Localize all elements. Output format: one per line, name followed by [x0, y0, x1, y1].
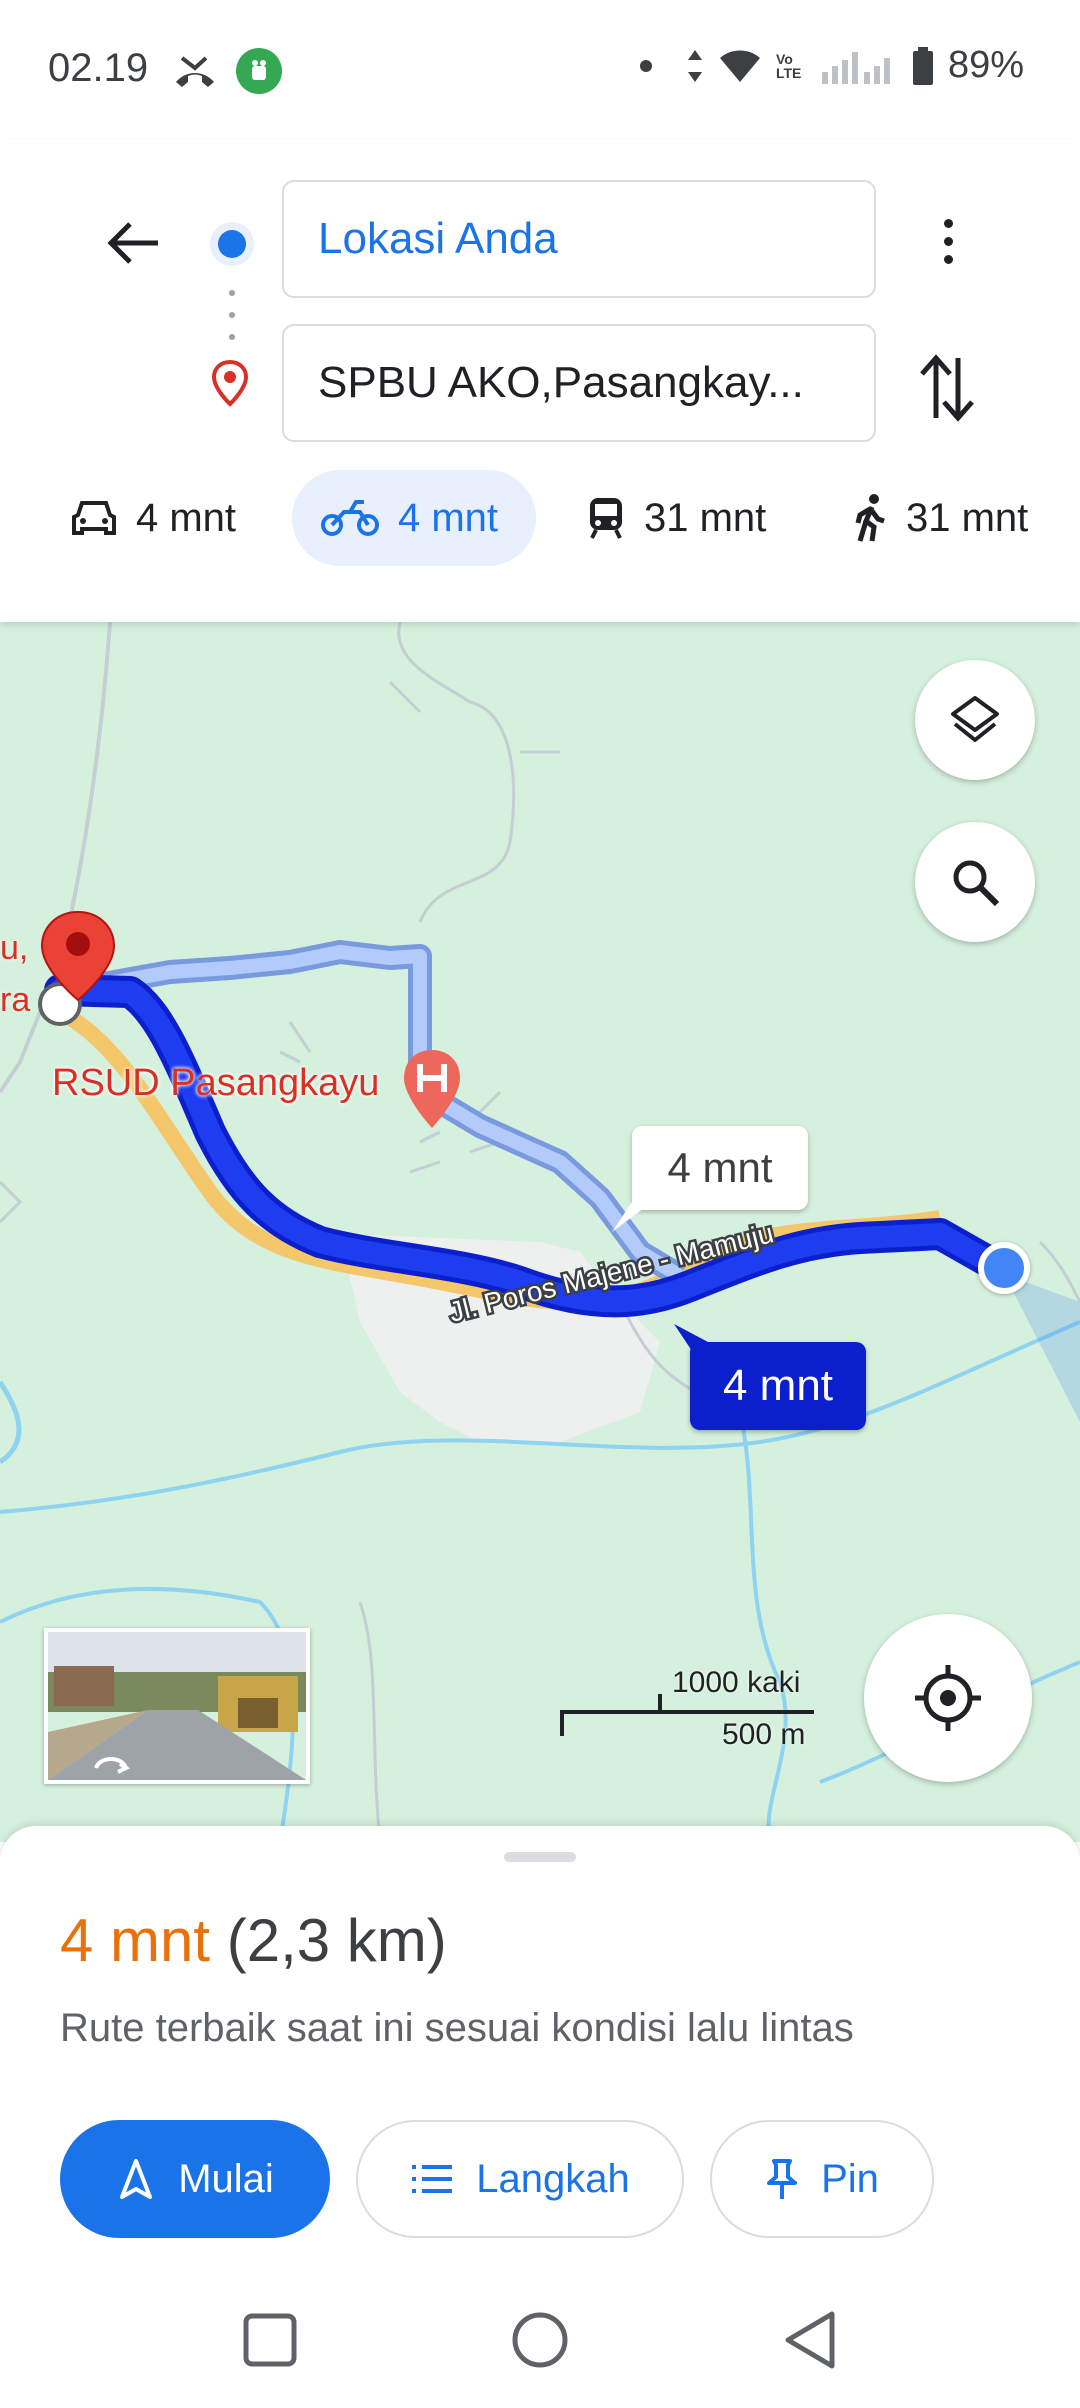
map-scale: 1000 kaki 500 m — [560, 1662, 820, 1772]
origin-dot-icon — [218, 230, 246, 258]
wifi-icon — [719, 50, 760, 82]
steps-button[interactable]: Langkah — [356, 2120, 684, 2238]
mode-walk-label: 31 mnt — [906, 495, 1029, 540]
mode-car[interactable]: 4 mnt — [42, 470, 264, 566]
list-icon — [412, 2165, 453, 2193]
car-icon — [72, 501, 116, 535]
back-button[interactable] — [98, 208, 168, 278]
map-search-button[interactable] — [915, 822, 1035, 942]
missed-call-icon — [176, 56, 214, 87]
mode-motorcycle[interactable]: 4 mnt — [292, 470, 536, 566]
current-location-dot — [978, 1242, 1030, 1294]
route-duration: 4 mnt — [60, 1907, 211, 1974]
travel-mode-tabs: 4 mnt 4 mnt 31 mnt 31 mnt — [0, 470, 1080, 566]
walk-icon — [855, 494, 885, 542]
layers-button[interactable] — [915, 660, 1035, 780]
my-location-button[interactable] — [864, 1614, 1032, 1782]
main-route-time-bubble[interactable]: 4 mnt — [690, 1342, 866, 1430]
mode-transit[interactable]: 31 mnt — [558, 470, 794, 566]
start-label: Mulai — [178, 2156, 274, 2201]
mode-car-label: 4 mnt — [136, 495, 237, 540]
dot-icon — [639, 59, 652, 72]
train-icon — [590, 498, 622, 539]
triangle-back-icon — [785, 2311, 835, 2369]
data-arrows-icon — [687, 49, 702, 82]
map-view[interactable]: Jl. Poros Majene - Mamuju u, ra RSUD Pas… — [0, 622, 1080, 1842]
search-icon — [953, 860, 1000, 907]
street-view-thumbnail[interactable] — [44, 1628, 310, 1784]
circle-icon — [512, 2312, 568, 2368]
pin-icon — [767, 2159, 798, 2199]
start-button[interactable]: Mulai — [60, 2120, 330, 2238]
hospital-icon[interactable] — [400, 1048, 464, 1132]
route-summary: 4 mnt (2,3 km) — [60, 1906, 447, 1975]
scale-meters: 500 m — [722, 1718, 806, 1751]
recents-button[interactable] — [230, 2300, 310, 2380]
status-icons: Vo LTE 89% — [639, 44, 1024, 87]
place-label-line2: ra — [0, 981, 31, 1019]
signal-icon — [821, 51, 890, 84]
place-label-line1: u, — [0, 929, 29, 967]
destination-input[interactable]: SPBU AKO,Pasangkay... — [282, 324, 876, 442]
more-options-button[interactable] — [920, 206, 976, 276]
mode-transit-label: 31 mnt — [644, 495, 767, 540]
alt-route-time-bubble[interactable]: 4 mnt — [632, 1126, 808, 1210]
mode-motorcycle-label: 4 mnt — [398, 495, 499, 540]
app-notification-icon — [236, 48, 282, 94]
crosshair-icon — [915, 1665, 981, 1731]
directions-header: Lokasi Anda SPBU AKO,Pasangkay... 4 mnt … — [0, 140, 1080, 622]
pin-label: Pin — [821, 2156, 879, 2201]
main-route-time: 4 mnt — [722, 1361, 834, 1410]
pin-button[interactable]: Pin — [710, 2120, 934, 2238]
motorcycle-icon — [321, 500, 379, 536]
navigation-icon — [120, 2159, 153, 2199]
home-button[interactable] — [500, 2300, 580, 2380]
hospital-label[interactable]: RSUD Pasangkayu — [52, 1062, 379, 1105]
route-description: Rute terbaik saat ini sesuai kondisi lal… — [60, 2006, 854, 2050]
alt-bubble-tail — [612, 1202, 652, 1232]
steps-label: Langkah — [476, 2156, 630, 2201]
battery-icon — [912, 46, 933, 85]
battery-percent: 89% — [947, 44, 1024, 86]
status-bar: 02.19 Vo LTE 89% — [0, 0, 1080, 140]
square-icon — [243, 2313, 297, 2367]
destination-pin-icon — [211, 359, 249, 407]
status-time: 02.19 — [48, 46, 149, 90]
swap-button[interactable] — [912, 346, 982, 430]
system-nav-bar — [0, 2270, 1080, 2408]
mode-walk[interactable]: 31 mnt — [824, 470, 1056, 566]
alt-route-time: 4 mnt — [667, 1144, 773, 1191]
route-distance: (2,3 km) — [226, 1907, 447, 1974]
sheet-drag-handle[interactable] — [504, 1852, 576, 1862]
street-view-image — [48, 1632, 306, 1780]
back-nav-button[interactable] — [770, 2300, 850, 2380]
volte-icon: Vo LTE — [775, 50, 802, 81]
layers-icon — [951, 696, 999, 742]
arrow-back-icon — [107, 222, 158, 264]
main-bubble-tail — [674, 1324, 708, 1354]
scale-feet: 1000 kaki — [672, 1666, 801, 1699]
place-label-partial: u, ra — [0, 922, 30, 1026]
origin-input[interactable]: Lokasi Anda — [282, 180, 876, 298]
route-connector — [228, 290, 236, 340]
destination-marker-icon[interactable] — [30, 908, 126, 1038]
